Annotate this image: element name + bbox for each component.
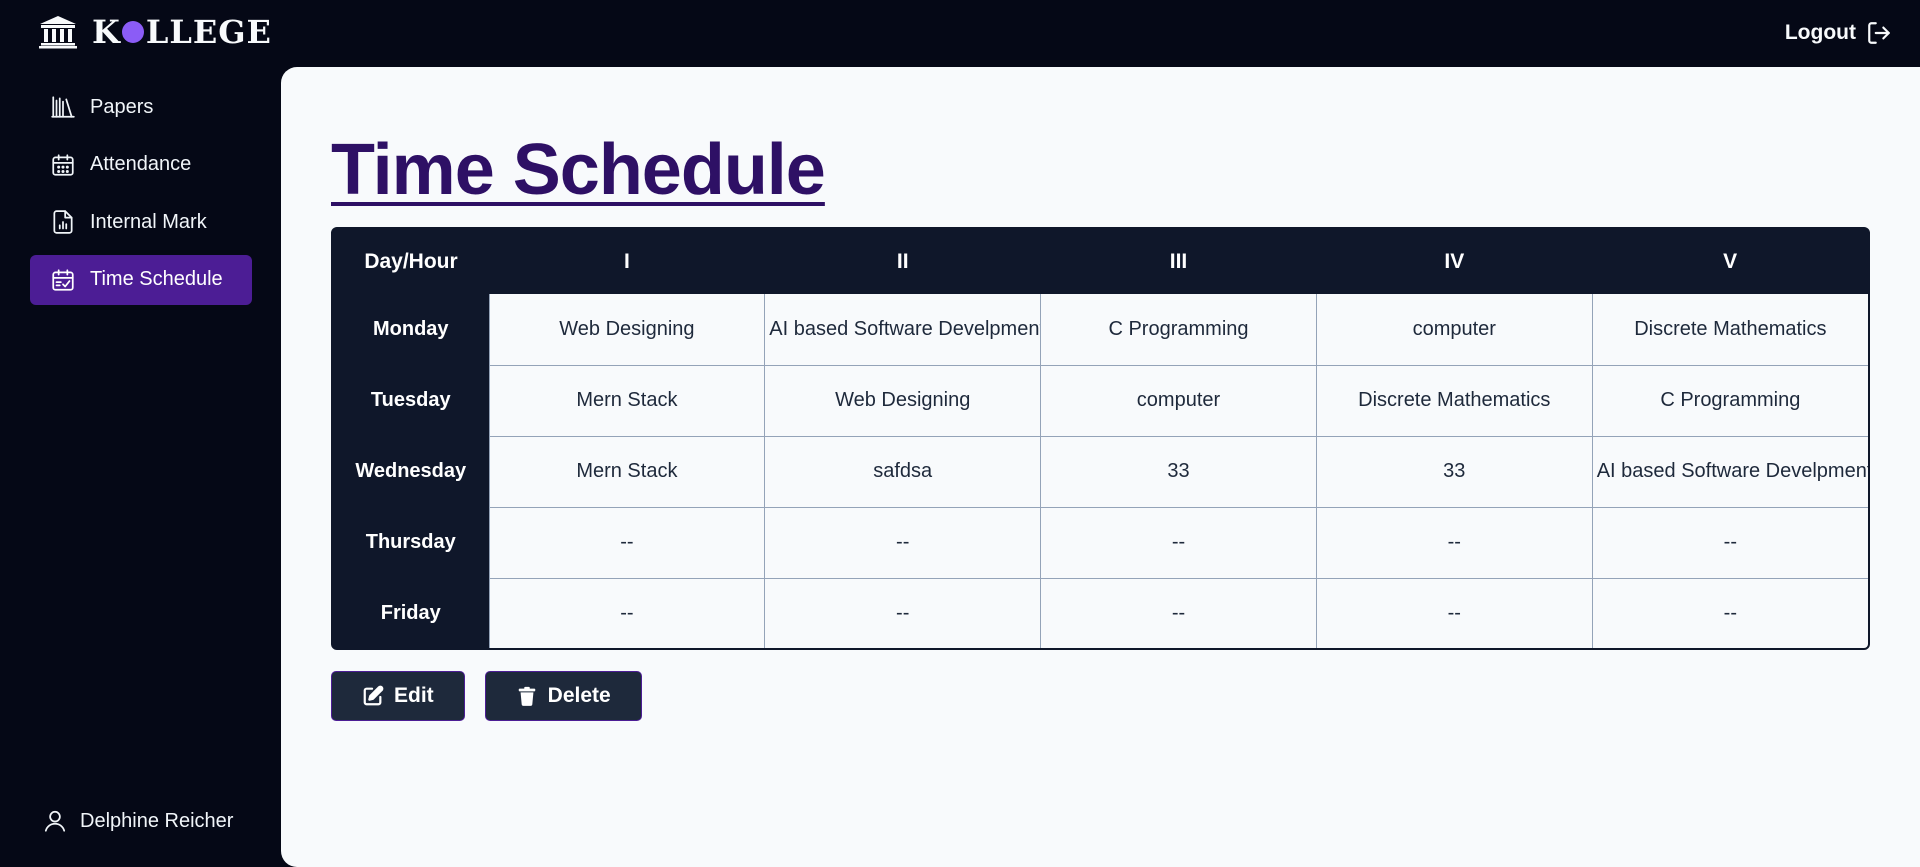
user-icon xyxy=(44,810,66,832)
delete-button[interactable]: Delete xyxy=(484,671,642,721)
schedule-cell: -- xyxy=(1591,507,1868,579)
header-hour-5: V xyxy=(1592,229,1868,294)
day-label: Tuesday xyxy=(333,365,489,436)
schedule-cell: safdsa xyxy=(764,436,1041,508)
schedule-cell: Mern Stack xyxy=(488,365,765,437)
logout-label: Logout xyxy=(1784,21,1856,44)
schedule-cell: AI based Software Develpment xyxy=(1591,436,1868,508)
schedule-cell: Web Designing xyxy=(764,365,1041,437)
header-hour-4: IV xyxy=(1316,229,1593,294)
schedule-cell: computer xyxy=(1315,294,1593,366)
brand-name-start: K xyxy=(92,13,121,51)
schedule-cell: computer xyxy=(1040,365,1317,437)
schedule-cell: 33 xyxy=(1315,436,1593,508)
sidebar-item-label: Papers xyxy=(90,95,154,118)
sidebar-item-label: Internal Mark xyxy=(90,210,207,233)
table-row: Friday -- -- -- -- -- xyxy=(333,578,1868,648)
table-row: Monday Web Designing AI based Software D… xyxy=(333,294,1868,366)
schedule-cell: -- xyxy=(764,578,1041,648)
sidebar: Papers Attendance Internal Mark Time Sch… xyxy=(30,82,252,312)
schedule-cell: -- xyxy=(764,507,1041,579)
table-row: Wednesday Mern Stack safdsa 33 33 AI bas… xyxy=(333,436,1868,508)
edit-button[interactable]: Edit xyxy=(331,671,465,721)
schedule-cell: Web Designing xyxy=(488,294,765,366)
brand-name: K LLEGE xyxy=(92,13,272,51)
header-hour-2: II xyxy=(764,229,1041,294)
schedule-cell: -- xyxy=(488,578,765,648)
day-label: Thursday xyxy=(333,507,489,578)
action-bar: Edit Delete xyxy=(331,671,642,721)
header-hour-3: III xyxy=(1040,229,1317,294)
calendar-check-icon xyxy=(52,268,74,291)
schedule-cell: -- xyxy=(1315,507,1593,579)
logout-icon xyxy=(1868,22,1890,44)
brand[interactable]: K LLEGE xyxy=(38,13,272,51)
app: K LLEGE Logout Papers Attendance Interna… xyxy=(0,0,1920,867)
brand-dot xyxy=(121,21,144,43)
schedule-cell: C Programming xyxy=(1591,365,1868,437)
day-label: Monday xyxy=(333,294,489,365)
sidebar-item-attendance[interactable]: Attendance xyxy=(30,140,252,190)
main-panel: Time Schedule Day/Hour I II III IV V Mon… xyxy=(281,67,1920,867)
day-label: Wednesday xyxy=(333,436,489,507)
header-day-hour: Day/Hour xyxy=(333,229,489,294)
schedule-cell: -- xyxy=(1315,578,1593,648)
schedule-cell: Mern Stack xyxy=(488,436,765,508)
delete-label: Delete xyxy=(547,684,611,707)
schedule-cell: -- xyxy=(1591,578,1868,648)
report-icon xyxy=(53,210,73,234)
calendar-icon xyxy=(52,153,74,176)
schedule-cell: 33 xyxy=(1040,436,1317,508)
schedule-table: Day/Hour I II III IV V Monday Web Design… xyxy=(331,227,1870,650)
day-label: Friday xyxy=(333,578,489,648)
user-profile[interactable]: Delphine Reicher xyxy=(42,808,233,834)
books-icon xyxy=(51,96,75,118)
schedule-cell: Discrete Mathematics xyxy=(1315,365,1593,437)
edit-icon xyxy=(363,685,384,706)
trash-icon xyxy=(518,686,535,706)
logout-button[interactable]: Logout xyxy=(1785,19,1892,47)
user-name: Delphine Reicher xyxy=(80,809,234,832)
schedule-cell: C Programming xyxy=(1040,294,1317,366)
sidebar-item-label: Time Schedule xyxy=(90,268,223,290)
table-header-row: Day/Hour I II III IV V xyxy=(333,229,1868,294)
brand-name-end: LLEGE xyxy=(145,13,272,51)
table-row: Thursday -- -- -- -- -- xyxy=(333,507,1868,579)
sidebar-item-papers[interactable]: Papers xyxy=(30,82,252,132)
table-row: Tuesday Mern Stack Web Designing compute… xyxy=(333,365,1868,437)
sidebar-item-time-schedule[interactable]: Time Schedule xyxy=(30,254,252,305)
header-hour-1: I xyxy=(489,229,765,294)
schedule-cell: AI based Software Develpment xyxy=(764,294,1041,366)
schedule-cell: -- xyxy=(1040,507,1317,579)
schedule-cell: Discrete Mathematics xyxy=(1591,294,1868,366)
edit-label: Edit xyxy=(394,684,434,707)
institution-icon xyxy=(39,16,77,49)
sidebar-item-internal-mark[interactable]: Internal Mark xyxy=(30,197,252,247)
page-title: Time Schedule xyxy=(331,130,826,210)
schedule-cell: -- xyxy=(488,507,765,579)
sidebar-item-label: Attendance xyxy=(90,153,192,175)
schedule-cell: -- xyxy=(1040,578,1317,648)
